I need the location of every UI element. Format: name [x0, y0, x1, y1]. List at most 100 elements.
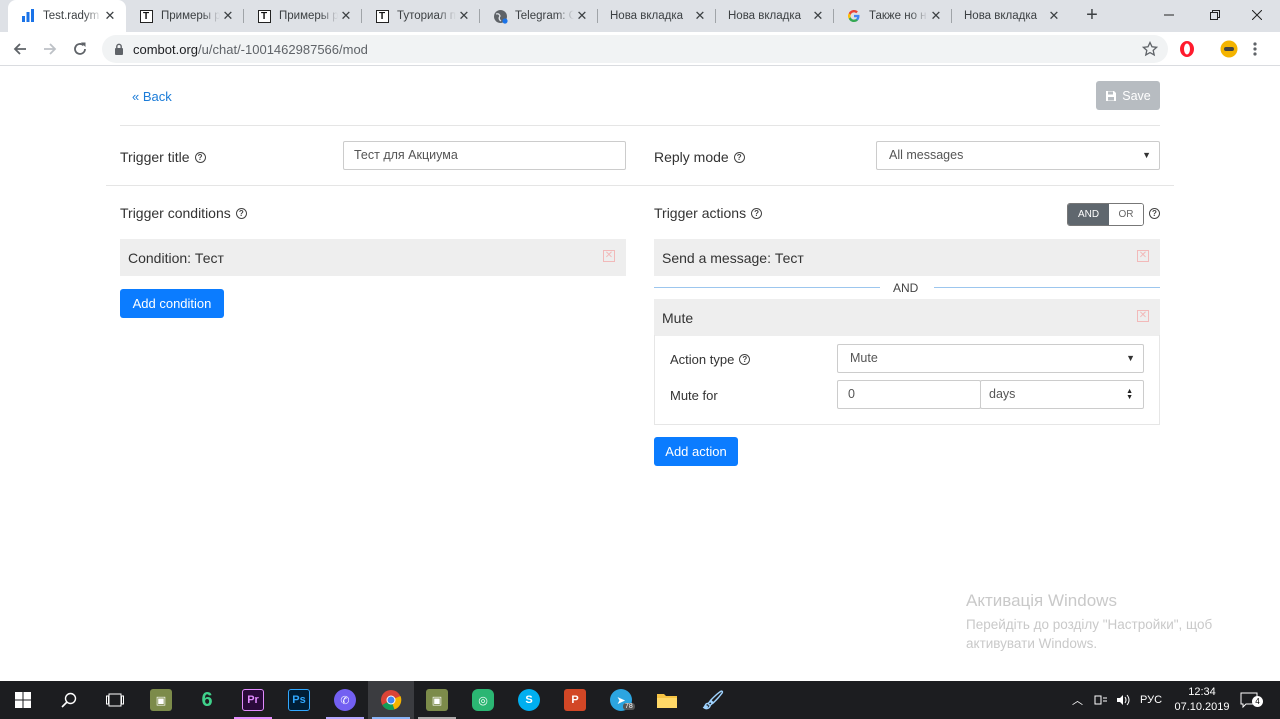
close-icon[interactable]: ✕	[928, 8, 944, 24]
tab-google[interactable]: Также но н ✕	[834, 0, 952, 32]
trigger-title-label: Trigger title?	[120, 149, 206, 165]
action-send-message[interactable]: Send a message: Тест ✕	[654, 239, 1160, 276]
language-indicator[interactable]: РУС	[1140, 681, 1162, 719]
powerpoint-icon: P	[564, 689, 586, 711]
page-content: « Back Save Trigger title? Тест для Акци…	[0, 67, 1280, 681]
condition-item[interactable]: Condition: Тест ✕	[120, 239, 626, 276]
monitor-app-icon: ▣	[150, 689, 172, 711]
monitor-app-icon: ▣	[426, 689, 448, 711]
network-icon[interactable]	[1094, 681, 1108, 719]
help-icon[interactable]: ?	[739, 354, 751, 365]
taskbar-app-photoshop[interactable]: Ps	[276, 681, 322, 719]
close-icon[interactable]: ✕	[574, 8, 590, 24]
tab-title: Примеры р	[279, 10, 338, 22]
minimize-icon	[1164, 14, 1174, 16]
taskbar-app-monitor-2[interactable]: ▣	[414, 681, 460, 719]
taskbar-app-chrome[interactable]	[368, 681, 414, 719]
close-icon[interactable]: ✕	[1046, 8, 1062, 24]
tab-telegram[interactable]: Telegram: C ✕	[480, 0, 598, 32]
and-or-toggle[interactable]: AND OR	[1067, 203, 1144, 226]
tab-new-2[interactable]: Нова вкладка ✕	[716, 0, 834, 32]
remove-action-icon[interactable]: ✕	[1137, 310, 1149, 322]
close-icon[interactable]: ✕	[692, 8, 708, 24]
bookmark-star-icon[interactable]	[1141, 40, 1159, 60]
remove-action-icon[interactable]: ✕	[1137, 250, 1149, 262]
volume-icon[interactable]	[1116, 681, 1130, 719]
windows-logo-icon	[15, 692, 31, 708]
trigger-title-input[interactable]: Тест для Акциума	[343, 141, 626, 170]
toggle-and[interactable]: AND	[1068, 204, 1109, 225]
close-icon[interactable]: ✕	[456, 8, 472, 24]
close-icon[interactable]: ✕	[810, 8, 826, 24]
photoshop-icon: Ps	[288, 689, 310, 711]
taskbar-app-monitor[interactable]: ▣	[138, 681, 184, 719]
minimize-button[interactable]	[1146, 0, 1192, 30]
add-action-button[interactable]: Add action	[654, 437, 738, 466]
tab-test-radym[interactable]: Test.radym ✕	[8, 0, 126, 32]
menu-dots-icon[interactable]	[1252, 40, 1262, 58]
tab-title: Туториал п	[397, 10, 456, 22]
tab-new-1[interactable]: Нова вкладка ✕	[598, 0, 716, 32]
taskbar-app-powerpoint[interactable]: P	[552, 681, 598, 719]
taskbar-app-premiere[interactable]: Pr	[230, 681, 276, 719]
taskbar-app-explorer[interactable]	[644, 681, 690, 719]
trigger-conditions-label: Trigger conditions?	[120, 205, 247, 221]
action-mute[interactable]: Mute ✕	[654, 299, 1160, 336]
mute-unit-select[interactable]: days ▲ ▼	[980, 380, 1144, 409]
toggle-or[interactable]: OR	[1109, 204, 1143, 225]
taskbar-app-6[interactable]: 6	[184, 681, 230, 719]
extension-icon[interactable]	[1220, 40, 1238, 58]
address-bar[interactable]: combot.org/u/chat/-1001462987566/mod	[102, 35, 1168, 63]
notifications-button[interactable]: 4	[1240, 681, 1263, 719]
mute-for-input[interactable]: 0	[837, 380, 981, 409]
close-icon[interactable]: ✕	[338, 8, 354, 24]
paint-palette-icon: 🖌	[701, 689, 725, 710]
help-icon[interactable]: ?	[751, 207, 763, 219]
close-icon[interactable]: ✕	[102, 8, 118, 24]
tab-primery-2[interactable]: T Примеры р ✕	[244, 0, 362, 32]
help-icon[interactable]: ?	[194, 151, 206, 163]
tab-title: Нова вкладка	[610, 10, 684, 22]
bar-chart-icon	[20, 8, 36, 24]
action-type-select[interactable]: Mute ▼	[837, 344, 1144, 373]
taskbar-app-viber[interactable]: ✆	[322, 681, 368, 719]
tab-title: Примеры р	[161, 10, 220, 22]
notifications-count: 4	[1252, 696, 1263, 707]
save-button[interactable]: Save	[1096, 81, 1160, 110]
tab-title: Test.radym	[43, 10, 100, 22]
mute-for-label: Mute for	[670, 388, 718, 403]
reply-mode-label: Reply mode?	[654, 149, 745, 165]
close-icon[interactable]: ✕	[220, 8, 236, 24]
back-arrow-icon[interactable]	[10, 39, 30, 59]
tab-title: Нова вкладка	[964, 10, 1038, 22]
task-view-button[interactable]	[92, 681, 138, 719]
forward-arrow-icon[interactable]	[40, 39, 60, 59]
tab-tutorial[interactable]: T Туториал п ✕	[362, 0, 480, 32]
back-link[interactable]: « Back	[132, 89, 172, 104]
reply-mode-select[interactable]: All messages ▼	[876, 141, 1160, 170]
help-icon[interactable]: ?	[733, 151, 745, 163]
remove-condition-icon[interactable]: ✕	[603, 250, 615, 262]
taskbar-app-gamepad[interactable]: ◎	[460, 681, 506, 719]
opera-icon[interactable]	[1178, 40, 1196, 58]
reload-icon[interactable]	[70, 39, 90, 59]
tab-title: Нова вкладка	[728, 10, 802, 22]
close-window-button[interactable]	[1234, 0, 1280, 30]
help-icon[interactable]: ?	[235, 207, 247, 219]
tab-primery-1[interactable]: T Примеры р ✕	[126, 0, 244, 32]
new-tab-button[interactable]: +	[1081, 4, 1103, 26]
tray-chevron-icon[interactable]: ︿	[1072, 681, 1083, 719]
clock[interactable]: 12:34 07.10.2019	[1172, 685, 1232, 715]
start-button[interactable]	[0, 681, 46, 719]
tab-new-3[interactable]: Нова вкладка ✕	[952, 0, 1070, 32]
taskbar-app-paint[interactable]: 🖌	[690, 681, 736, 719]
taskbar-app-telegram[interactable]: ➤ 78	[598, 681, 644, 719]
help-icon[interactable]: ?	[1149, 208, 1160, 219]
restore-button[interactable]	[1192, 0, 1238, 30]
taskbar-app-skype[interactable]: S	[506, 681, 552, 719]
telegram-badge: 78	[623, 703, 635, 710]
search-button[interactable]	[46, 681, 92, 719]
floppy-disk-icon	[1106, 90, 1117, 101]
tab-title: Также но н	[869, 10, 927, 22]
add-condition-button[interactable]: Add condition	[120, 289, 224, 318]
